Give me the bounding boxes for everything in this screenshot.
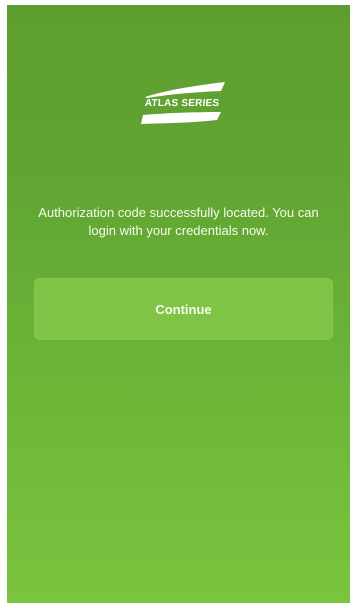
- continue-button-label: Continue: [155, 301, 212, 317]
- continue-button[interactable]: Continue: [34, 278, 333, 340]
- app-screen: ATLAS SERIES Authorization code successf…: [7, 5, 350, 603]
- success-message: Authorization code successfully located.…: [38, 205, 319, 238]
- atlas-series-logo: ATLAS SERIES: [135, 79, 229, 131]
- logo-text: ATLAS SERIES: [144, 98, 220, 109]
